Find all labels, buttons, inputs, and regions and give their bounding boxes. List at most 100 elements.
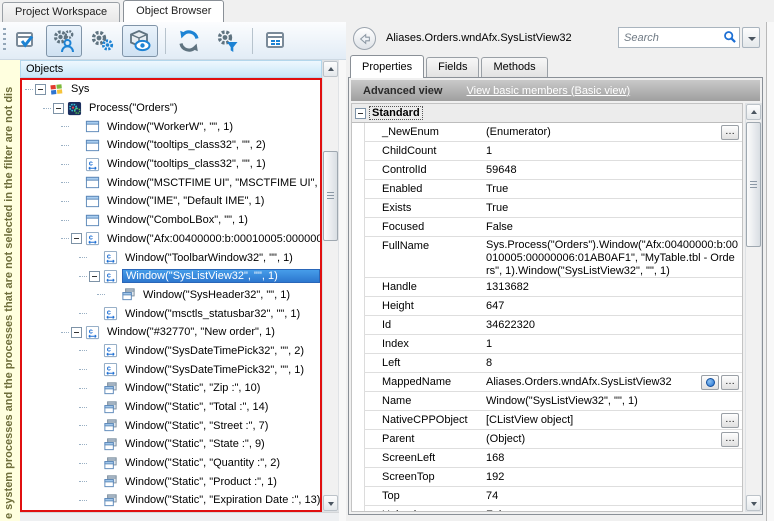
- property-row[interactable]: MappedNameAliases.Orders.wndAfx.SysListV…: [352, 373, 742, 392]
- cube-eye-icon: [127, 29, 153, 53]
- property-row[interactable]: ScreenLeft168: [352, 449, 742, 468]
- group-expander[interactable]: [355, 108, 366, 119]
- tree-row[interactable]: Window("tooltips_class32", "", 2): [22, 136, 320, 155]
- tree-row[interactable]: Window("Static", "Total :", 14): [22, 398, 320, 417]
- tree-expander[interactable]: [71, 327, 82, 338]
- tree-row[interactable]: Window("Static", "Street :", 7): [22, 416, 320, 435]
- tree-row[interactable]: cWindow("tooltips_class32", "", 1): [22, 155, 320, 174]
- tree-row[interactable]: Window("IME", "Default IME", 1): [22, 192, 320, 211]
- ellipsis-button[interactable]: …: [721, 375, 739, 390]
- scroll-down-button[interactable]: [323, 495, 338, 511]
- panel-layout-button[interactable]: [258, 25, 294, 57]
- ellipsis-button[interactable]: …: [721, 125, 739, 140]
- property-buttons: …: [721, 432, 739, 447]
- property-row[interactable]: Left8: [352, 354, 742, 373]
- property-row[interactable]: _NewEnum(Enumerator)…: [352, 123, 742, 142]
- property-row[interactable]: ControlId59648: [352, 161, 742, 180]
- search-icon[interactable]: [723, 30, 737, 44]
- tree-scrollbar[interactable]: [322, 60, 339, 512]
- process-filter-button[interactable]: [209, 25, 245, 57]
- property-row[interactable]: ChildCount1: [352, 142, 742, 161]
- property-name: Unicode: [382, 509, 422, 512]
- property-row[interactable]: ExistsTrue: [352, 199, 742, 218]
- tab-project-workspace[interactable]: Project Workspace: [2, 2, 120, 22]
- tree-row[interactable]: cWindow("Afx:00400000:b:00010005:0000000…: [22, 230, 320, 249]
- group-row-standard[interactable]: Standard: [352, 104, 742, 123]
- tab-properties[interactable]: Properties: [350, 55, 424, 78]
- tree-row[interactable]: cWindow("SysDateTimePick32", "", 2): [22, 342, 320, 361]
- tree-expander[interactable]: [71, 233, 82, 244]
- scroll-up-button[interactable]: [323, 61, 338, 77]
- property-row[interactable]: FocusedFalse: [352, 218, 742, 237]
- tree-connector: [79, 369, 87, 370]
- property-name: Focused: [382, 221, 424, 233]
- tree-row[interactable]: cWindow("SysListView32", "", 1): [22, 267, 320, 286]
- scroll-thumb[interactable]: [746, 122, 761, 247]
- property-value: (Enumerator): [486, 126, 738, 138]
- tree-row[interactable]: Window("Static", "Expiration Date :", 13…: [22, 491, 320, 510]
- property-row[interactable]: Index1: [352, 335, 742, 354]
- property-value: 1: [486, 145, 738, 157]
- alias-button[interactable]: [701, 375, 719, 390]
- toolbar-grip[interactable]: [3, 28, 6, 53]
- property-name: Name: [382, 395, 411, 407]
- tree-row[interactable]: cWindow("#32770", "New order", 1): [22, 323, 320, 342]
- ellipsis-button[interactable]: …: [721, 432, 739, 447]
- search-input[interactable]: [618, 27, 740, 48]
- gears-user-icon: [51, 29, 77, 53]
- tree-row[interactable]: Window("Static", "Zip :", 10): [22, 379, 320, 398]
- tree-horizontal-scrollbar[interactable]: [20, 512, 339, 521]
- tree-row[interactable]: cWindow("SysDateTimePick32", "", 1): [22, 360, 320, 379]
- cwin-icon: c: [85, 325, 100, 340]
- tree-expander[interactable]: [89, 271, 100, 282]
- property-row[interactable]: NativeCPPObject[CListView object]…: [352, 411, 742, 430]
- property-row[interactable]: FullNameSys.Process("Orders").Window("Af…: [352, 237, 742, 278]
- tree-row[interactable]: Window("MSCTFIME UI", "MSCTFIME UI", 1): [22, 173, 320, 192]
- object-spy-button[interactable]: [122, 25, 158, 57]
- tab-fields[interactable]: Fields: [426, 57, 479, 77]
- property-row[interactable]: UnicodeFalse: [352, 506, 742, 512]
- tree-row[interactable]: Window("Static", "State :", 9): [22, 435, 320, 454]
- search-options-dropdown[interactable]: [742, 27, 760, 48]
- property-row[interactable]: EnabledTrue: [352, 180, 742, 199]
- property-row[interactable]: Id34622320: [352, 316, 742, 335]
- cwin-icon: c: [85, 157, 100, 172]
- property-name: Left: [382, 357, 400, 369]
- property-row[interactable]: Height647: [352, 297, 742, 316]
- back-button[interactable]: [353, 27, 376, 50]
- tree-row[interactable]: cWindow("msctls_statusbar32", "", 1): [22, 304, 320, 323]
- scroll-down-button[interactable]: [746, 495, 761, 511]
- tree-row[interactable]: Window("SysHeader32", "", 1): [22, 286, 320, 305]
- refresh-button[interactable]: [171, 25, 207, 57]
- tree-row[interactable]: Window("WorkerW", "", 1): [22, 117, 320, 136]
- cwin-icon: c: [103, 343, 118, 358]
- property-row[interactable]: Top74: [352, 487, 742, 506]
- thumb-grip-icon: [327, 192, 334, 199]
- property-row[interactable]: ScreenTop192: [352, 468, 742, 487]
- show-system-processes-button[interactable]: [84, 25, 120, 57]
- scroll-up-button[interactable]: [746, 104, 761, 120]
- tree-row[interactable]: Window("ComboLBox", "", 1): [22, 211, 320, 230]
- ellipsis-button[interactable]: …: [721, 413, 739, 428]
- property-row[interactable]: Parent(Object)…: [352, 430, 742, 449]
- tree-row[interactable]: Window("Static", "Product :", 1): [22, 472, 320, 491]
- tree-row[interactable]: Sys: [22, 80, 320, 99]
- scroll-thumb[interactable]: [323, 151, 338, 241]
- tab-object-browser[interactable]: Object Browser: [123, 0, 224, 22]
- check-objects-button[interactable]: [8, 25, 44, 57]
- show-user-processes-button[interactable]: [46, 25, 82, 57]
- tree-row[interactable]: Process("Orders"): [22, 99, 320, 118]
- tree-row[interactable]: cWindow("ToolbarWindow32", "", 1): [22, 248, 320, 267]
- objects-column-header[interactable]: Objects: [20, 60, 322, 78]
- tab-methods[interactable]: Methods: [481, 57, 547, 77]
- tree-expander[interactable]: [53, 103, 64, 114]
- property-name: Id: [382, 319, 391, 331]
- tree-connector: [43, 108, 51, 109]
- grid-scrollbar[interactable]: [745, 103, 762, 512]
- tree-row[interactable]: Window("Static", "Quantity :", 2): [22, 454, 320, 473]
- property-row[interactable]: Handle1313682: [352, 278, 742, 297]
- tree-expander[interactable]: [35, 84, 46, 95]
- property-row[interactable]: NameWindow("SysListView32", "", 1): [352, 392, 742, 411]
- tree-label: Process("Orders"): [86, 101, 181, 115]
- basic-view-link[interactable]: View basic members (Basic view): [466, 85, 630, 97]
